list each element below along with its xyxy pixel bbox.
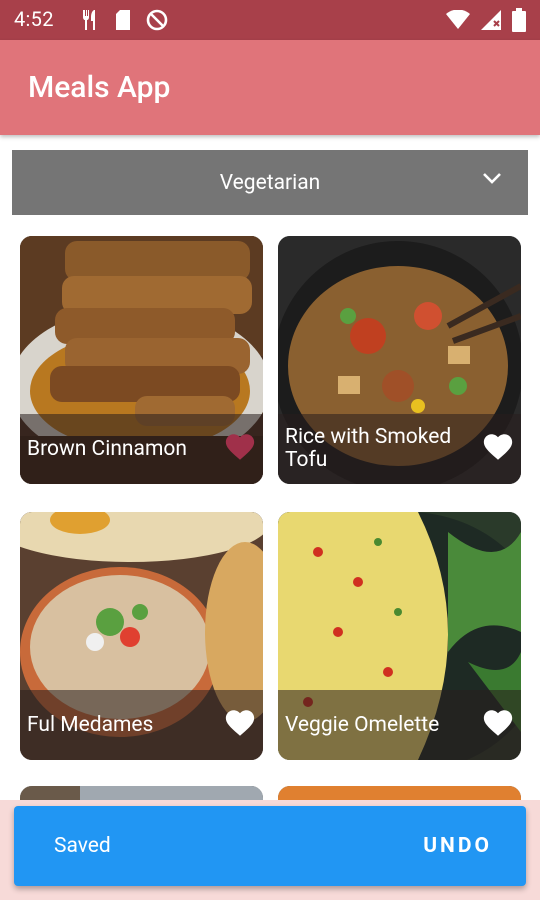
sd-card-icon <box>116 10 130 30</box>
snackbar-message: Saved <box>54 834 111 858</box>
no-disturb-icon <box>146 9 168 31</box>
meal-title: Ful Medames <box>27 712 154 737</box>
signal-icon <box>481 10 501 30</box>
meal-card[interactable]: Ful Medames <box>20 512 263 760</box>
app-title: Meals App <box>28 70 171 105</box>
meal-card[interactable]: Veggie Omelette <box>278 512 521 760</box>
heart-icon[interactable] <box>223 706 257 740</box>
fork-knife-icon <box>83 10 95 30</box>
meal-title: Brown Cinnamon <box>27 436 187 461</box>
meal-title: Rice with Smoked Tofu <box>285 425 452 472</box>
meal-title: Veggie Omelette <box>285 712 440 737</box>
app-bar: Meals App <box>0 40 540 135</box>
meal-caption: Ful Medames <box>20 690 263 760</box>
status-bar: 4:52 <box>0 0 540 40</box>
heart-filled-icon[interactable] <box>223 430 257 464</box>
meal-caption: Brown Cinnamon <box>20 414 263 484</box>
meal-caption: Veggie Omelette <box>278 690 521 760</box>
dropdown-selected-value: Vegetarian <box>219 170 321 195</box>
meal-card[interactable]: Rice with Smoked Tofu <box>278 236 521 484</box>
category-dropdown[interactable]: Vegetarian <box>12 150 528 215</box>
wifi-icon <box>446 10 470 29</box>
chevron-down-icon <box>483 173 501 184</box>
status-time: 4:52 <box>14 7 54 31</box>
meal-card[interactable]: Brown Cinnamon <box>20 236 263 484</box>
battery-icon <box>512 8 526 32</box>
meal-caption: Rice with Smoked Tofu <box>278 414 521 484</box>
heart-icon[interactable] <box>481 706 515 740</box>
snackbar: Saved UNDO <box>14 806 526 886</box>
undo-button[interactable]: UNDO <box>423 834 492 858</box>
heart-icon[interactable] <box>481 430 515 464</box>
